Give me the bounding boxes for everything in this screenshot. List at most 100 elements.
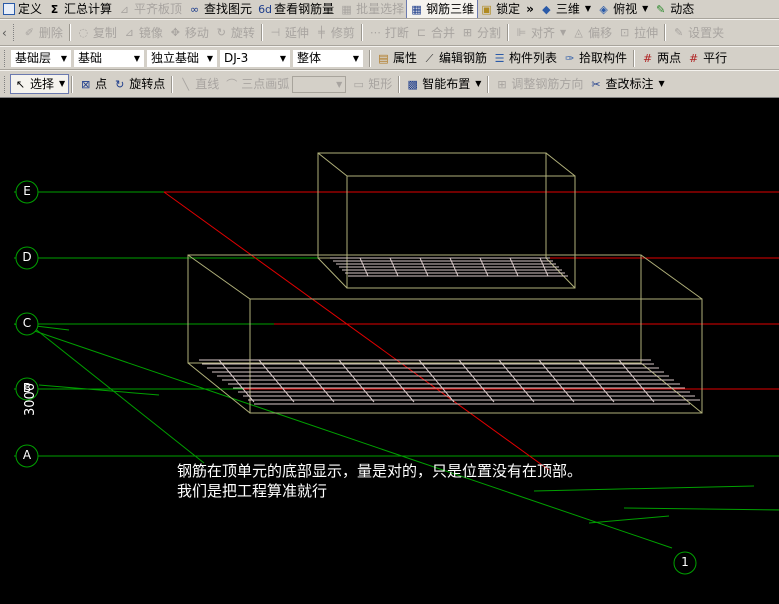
two-points-icon: # — [642, 51, 653, 65]
axis-label-d[interactable]: D — [15, 246, 39, 270]
separator — [369, 49, 371, 67]
smart-layout-button[interactable]: ▩ 智能布置 ▼ — [403, 75, 484, 93]
rect-icon: ▭ — [353, 77, 364, 91]
bottom-rebar-mesh — [199, 359, 700, 405]
line-button[interactable]: ╲ 直线 — [176, 75, 222, 93]
lock-button[interactable]: ▣ 锁定 — [477, 0, 523, 18]
delete-icon: ✐ — [24, 26, 34, 39]
set-grip-icon: ✎ — [674, 26, 684, 39]
stretch-icon: ⊡ — [620, 26, 630, 39]
separator — [360, 24, 363, 41]
split-button[interactable]: ⊞ 分割 — [458, 24, 504, 42]
separator — [68, 24, 71, 41]
separator — [71, 75, 74, 93]
dynamic-view-button[interactable]: ✎ 动态 — [651, 0, 697, 18]
axis-short-5 — [623, 507, 779, 511]
arc-option-select[interactable]: ▼ — [292, 75, 347, 93]
align-button[interactable]: ⊫ 对齐 ▼ — [512, 24, 569, 42]
check-mark-button[interactable]: ✂ 查改标注 ▼ — [586, 75, 667, 93]
adjust-rebar-direction-button[interactable]: ⊞ 调整钢筋方向 — [492, 75, 586, 93]
parallel-button[interactable]: # 平行 — [684, 49, 730, 67]
rotate-icon: ↻ — [216, 26, 226, 39]
separator — [664, 24, 667, 41]
delete-button[interactable]: ✐ 删除 — [20, 24, 66, 42]
edit-toolbar: ‹ ✐ 删除 ◌ 复制 ⊿ 镜像 ✥ 移动 ↻ 旋转 ⊣ 延伸 ╪ 修剪 ⋯ 打断 ⊏ 合并 ⊞ 分… — [0, 19, 779, 46]
rebar-qty-icon: 6d — [258, 2, 273, 16]
pick-component-button[interactable]: ✑ 拾取构件 — [560, 49, 630, 67]
edit-rebar-icon: ⟋ — [425, 51, 434, 65]
move-icon: ✥ — [170, 26, 180, 39]
axis-label-e[interactable]: E — [15, 180, 39, 204]
offset-icon: ◬ — [574, 26, 583, 39]
chevron-down-icon: ▼ — [336, 79, 343, 89]
lock-icon: ▣ — [481, 2, 492, 16]
layer-select[interactable]: 基础层 ▼ — [11, 49, 71, 67]
category-select[interactable]: 基础 ▼ — [74, 49, 144, 67]
axis-label-1[interactable]: 1 — [673, 551, 697, 575]
axis-label-c[interactable]: C — [15, 312, 39, 336]
top-footing-box — [317, 152, 576, 289]
rotate-button[interactable]: ↻ 旋转 — [212, 24, 258, 42]
annotation-line-1: 钢筋在顶单元的底部显示，量是对的，只是位置没有在顶部。 — [177, 462, 583, 480]
view-3d-button[interactable]: ◆ 三维 ▼ — [537, 0, 594, 18]
batch-select-icon: ▦ — [341, 2, 352, 16]
chevron-down-icon: ▼ — [352, 53, 359, 63]
mirror-button[interactable]: ⊿ 镜像 — [120, 24, 166, 42]
left-edge-strip — [0, 98, 14, 604]
axis-short-4 — [588, 515, 670, 524]
separator — [633, 49, 636, 67]
extend-button[interactable]: ⊣ 延伸 — [266, 24, 312, 42]
copy-icon: ◌ — [78, 26, 89, 39]
separator — [260, 24, 263, 41]
top-rebar-mesh — [330, 257, 568, 277]
edit-rebar-button[interactable]: ⟋ 编辑钢筋 — [420, 49, 490, 67]
find-element-button[interactable]: ∞ 查找图元 — [185, 0, 255, 18]
merge-button[interactable]: ⊏ 合并 — [412, 24, 458, 42]
point-icon: ⊠ — [81, 77, 91, 91]
two-points-button[interactable]: # 两点 — [638, 49, 684, 67]
dynamic-observe-icon: ✎ — [656, 2, 666, 16]
toolbar-grip[interactable] — [4, 49, 8, 67]
extend-icon: ⊣ — [270, 26, 281, 39]
offset-button[interactable]: ◬ 偏移 — [569, 24, 615, 42]
main-toolbar: 定义 Σ 汇总计算 ⊿ 平齐板顶 ∞ 查找图元 6d 查看钢筋量 ▦ 批量选择 ▦ 钢筋三维… — [0, 0, 779, 19]
component-type-select[interactable]: 独立基础 ▼ — [147, 49, 217, 67]
break-button[interactable]: ⋯ 打断 — [366, 24, 412, 42]
batch-select-button[interactable]: ▦ 批量选择 — [337, 0, 407, 18]
align-slab-icon: ⊿ — [119, 2, 130, 16]
component-name-select[interactable]: DJ-3 ▼ — [220, 49, 290, 67]
stretch-button[interactable]: ⊡ 拉伸 — [615, 24, 661, 42]
rect-button[interactable]: ▭ 矩形 — [349, 75, 395, 93]
view-rebar-qty-button[interactable]: 6d 查看钢筋量 — [255, 0, 337, 18]
move-button[interactable]: ✥ 移动 — [166, 24, 212, 42]
axis-label-a[interactable]: A — [15, 444, 39, 468]
define-button[interactable]: 定义 — [0, 0, 45, 18]
set-grip-button[interactable]: ✎ 设置夹 — [669, 24, 727, 42]
summary-calc-button[interactable]: Σ 汇总计算 — [45, 0, 115, 18]
toolbar-overflow-button[interactable]: » — [523, 0, 537, 18]
component-toolbar: 基础层 ▼ 基础 ▼ 独立基础 ▼ DJ-3 ▼ 整体 ▼ ▤ 属性 ⟋ 编辑钢筋 ☰ 构件列表… — [0, 46, 779, 70]
rebar-3d-icon: ▦ — [411, 2, 422, 16]
rotate-point-button[interactable]: ↻ 旋转点 — [110, 75, 168, 93]
toolbar-grip[interactable] — [4, 75, 8, 93]
dimension-label: 3000 — [23, 382, 38, 416]
component-list-button[interactable]: ☰ 构件列表 — [490, 49, 560, 67]
chevron-down-icon: ▼ — [642, 4, 649, 13]
trim-button[interactable]: ╪ 修剪 — [312, 24, 358, 42]
eyedropper-icon: ✑ — [564, 51, 575, 65]
copy-button[interactable]: ◌ 复制 — [74, 24, 120, 42]
toolbar-grip[interactable] — [12, 24, 17, 41]
align-slab-top-button[interactable]: ⊿ 平齐板顶 — [115, 0, 185, 18]
separator — [171, 75, 174, 93]
rebar-3d-button[interactable]: ▦ 钢筋三维 — [406, 0, 479, 18]
cube-icon: ◆ — [542, 2, 551, 16]
arc-button[interactable]: ⌒ 三点画弧 — [222, 75, 292, 93]
separator — [506, 24, 509, 41]
drawing-canvas[interactable]: E D C B A 1 3000 钢筋在顶单元的底部显示，量是对的，只是位置没有… — [14, 98, 779, 604]
properties-button[interactable]: ▤ 属性 — [374, 49, 420, 67]
point-button[interactable]: ⊠ 点 — [76, 75, 110, 93]
view-top-button[interactable]: ◈ 俯视 ▼ — [594, 0, 651, 18]
collapse-toggle[interactable]: ‹ — [0, 24, 9, 42]
select-button[interactable]: ↖ 选择 ▼ — [9, 74, 70, 94]
unit-select[interactable]: 整体 ▼ — [293, 49, 363, 67]
